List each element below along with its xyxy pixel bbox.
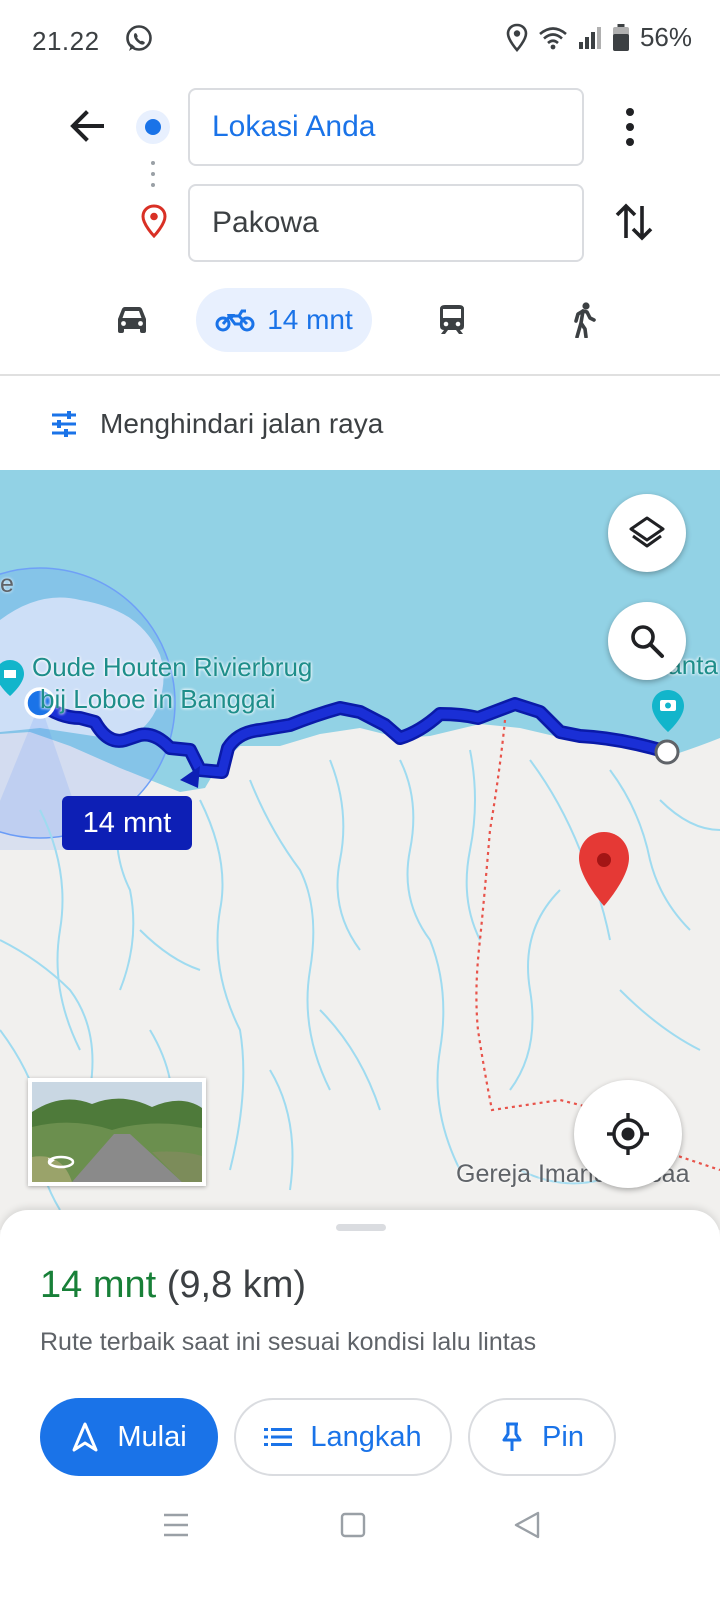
mode-car-tab[interactable] bbox=[100, 288, 164, 352]
transit-icon bbox=[440, 305, 464, 334]
pin-button-label: Pin bbox=[542, 1420, 584, 1453]
destination-input[interactable]: Pakowa bbox=[188, 184, 584, 262]
search-icon bbox=[631, 625, 664, 658]
tune-icon bbox=[52, 411, 76, 437]
pin-button[interactable]: Pin bbox=[468, 1398, 616, 1476]
whatsapp-icon bbox=[124, 24, 154, 59]
origin-input[interactable]: Lokasi Anda bbox=[188, 88, 584, 166]
destination-pin-icon bbox=[141, 204, 167, 238]
swap-icon bbox=[615, 203, 653, 241]
mode-motorcycle-tab[interactable]: 14 mnt bbox=[196, 288, 372, 352]
more-vertical-icon bbox=[626, 108, 634, 146]
start-button-label: Mulai bbox=[117, 1420, 187, 1453]
connector-dots bbox=[151, 161, 155, 187]
route-duration: 14 mnt bbox=[40, 1264, 157, 1306]
poi-label-line1[interactable]: Oude Houten Rivierbrug bbox=[32, 652, 312, 683]
route-description: Rute terbaik saat ini sesuai kondisi lal… bbox=[40, 1328, 537, 1356]
edge-label-left: e bbox=[0, 570, 14, 598]
route-options-row[interactable]: Menghindari jalan raya bbox=[0, 378, 720, 470]
sheet-drag-handle[interactable] bbox=[336, 1224, 386, 1231]
destination-input-text: Pakowa bbox=[212, 206, 319, 239]
back-button[interactable] bbox=[62, 100, 114, 152]
wifi-icon bbox=[539, 26, 567, 49]
walk-icon bbox=[574, 302, 596, 338]
route-distance: (9,8 km) bbox=[166, 1264, 307, 1306]
status-bar: 21.22 56% bbox=[0, 0, 720, 80]
crosshair-icon bbox=[607, 1113, 649, 1155]
start-navigation-button[interactable]: Mulai bbox=[40, 1398, 218, 1476]
home-square-icon[interactable] bbox=[340, 1512, 366, 1538]
navigation-arrow-icon bbox=[72, 1422, 98, 1452]
status-right-cluster: 56% bbox=[506, 22, 692, 53]
signal-icon bbox=[578, 26, 601, 49]
street-view-rotate-icon bbox=[47, 1155, 75, 1169]
mode-transit-tab[interactable] bbox=[424, 288, 480, 352]
route-options-label: Menghindari jalan raya bbox=[100, 408, 384, 439]
mode-walk-tab[interactable] bbox=[556, 288, 612, 352]
battery-icon bbox=[612, 23, 629, 51]
system-nav-bar bbox=[0, 1478, 720, 1578]
recents-menu-icon[interactable] bbox=[162, 1512, 190, 1538]
route-end-marker bbox=[654, 739, 680, 765]
car-icon bbox=[118, 307, 146, 333]
origin-dot-icon bbox=[136, 110, 170, 144]
more-options-button[interactable] bbox=[612, 102, 648, 152]
layers-icon bbox=[629, 516, 665, 548]
route-time-chip[interactable]: 14 mnt bbox=[62, 796, 192, 850]
back-arrow-icon bbox=[70, 110, 104, 142]
origin-input-text: Lokasi Anda bbox=[212, 110, 376, 143]
layers-button[interactable] bbox=[608, 494, 686, 572]
my-location-button[interactable] bbox=[574, 1080, 682, 1188]
steps-button[interactable]: Langkah bbox=[234, 1398, 452, 1476]
swap-button[interactable] bbox=[610, 198, 658, 246]
street-view-thumbnail[interactable] bbox=[28, 1078, 206, 1186]
battery-percent: 56% bbox=[639, 22, 692, 52]
status-time: 21.22 bbox=[32, 26, 100, 56]
poi-label-line2[interactable]: bij Loboe in Banggai bbox=[40, 684, 276, 715]
motorcycle-icon bbox=[215, 309, 255, 332]
map-view[interactable]: Oude Houten Rivierbrug bij Loboe in Bang… bbox=[0, 470, 720, 1230]
destination-map-pin bbox=[579, 832, 629, 906]
pushpin-icon bbox=[502, 1422, 522, 1451]
location-icon bbox=[506, 23, 528, 52]
route-summary: 14 mnt (9,8 km) bbox=[40, 1264, 306, 1307]
steps-button-label: Langkah bbox=[310, 1420, 422, 1453]
map-search-button[interactable] bbox=[608, 602, 686, 680]
motorcycle-time: 14 mnt bbox=[267, 304, 353, 335]
header-divider bbox=[0, 374, 720, 376]
list-icon bbox=[264, 1428, 293, 1446]
back-triangle-icon[interactable] bbox=[512, 1510, 542, 1540]
